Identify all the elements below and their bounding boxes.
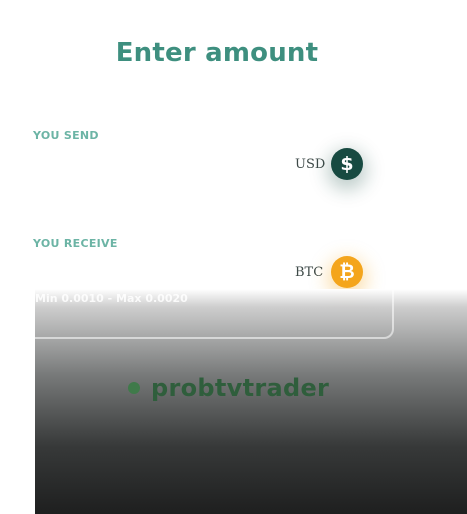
brand-name: probtvtrader	[151, 374, 330, 402]
receive-amount-input[interactable]	[33, 257, 277, 289]
limits-hint: Min 0.0010 - Max 0.0020	[35, 292, 188, 305]
bitcoin-icon[interactable]: ₿	[331, 256, 363, 288]
dollar-sign-icon[interactable]: $	[331, 148, 363, 180]
brand-dot-icon	[128, 382, 140, 394]
you-receive-label: YOU RECEIVE	[33, 237, 118, 250]
receive-currency-code[interactable]: BTC	[295, 265, 323, 280]
brand-watermark: probtvtrader	[128, 374, 329, 402]
bitcoin-glyph: ₿	[339, 260, 355, 283]
send-currency-code[interactable]: USD	[295, 157, 325, 172]
dollar-glyph: $	[340, 152, 354, 175]
you-send-label: YOU SEND	[33, 129, 99, 142]
send-amount-input[interactable]	[33, 149, 277, 181]
page-title: Enter amount	[115, 38, 319, 68]
